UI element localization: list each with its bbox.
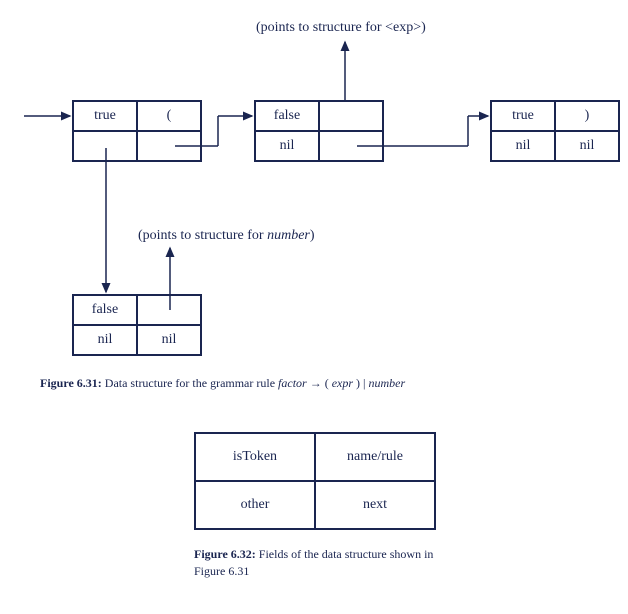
cell-next: nil	[555, 131, 619, 161]
cell-isToken: false	[255, 101, 319, 131]
cell-name: )	[555, 101, 619, 131]
cell-other	[73, 131, 137, 161]
annotation-number: (points to structure for number)	[138, 228, 315, 244]
node-c: true ) nil nil	[490, 100, 620, 162]
fields-box: isToken name/rule other next	[194, 432, 436, 530]
cell-name	[319, 101, 383, 131]
cell-name: (	[137, 101, 201, 131]
field-other: other	[195, 481, 315, 529]
cell-other: nil	[255, 131, 319, 161]
cell-other: nil	[73, 325, 137, 355]
cell-name	[137, 295, 201, 325]
cell-next	[319, 131, 383, 161]
diagram-canvas: (points to structure for <exp>) true ( f…	[0, 0, 628, 614]
cell-next	[137, 131, 201, 161]
cell-next: nil	[137, 325, 201, 355]
field-isToken: isToken	[195, 433, 315, 481]
cell-isToken: false	[73, 295, 137, 325]
figure-632-caption: Figure 6.32: Fields of the data structur…	[194, 546, 454, 580]
figure-631-caption: Figure 6.31: Data structure for the gram…	[40, 376, 600, 391]
node-d: false nil nil	[72, 294, 202, 356]
field-next: next	[315, 481, 435, 529]
node-a: true (	[72, 100, 202, 162]
node-b: false nil	[254, 100, 384, 162]
annotation-exp: (points to structure for <exp>)	[256, 20, 426, 36]
cell-other: nil	[491, 131, 555, 161]
field-name-rule: name/rule	[315, 433, 435, 481]
cell-isToken: true	[73, 101, 137, 131]
cell-isToken: true	[491, 101, 555, 131]
